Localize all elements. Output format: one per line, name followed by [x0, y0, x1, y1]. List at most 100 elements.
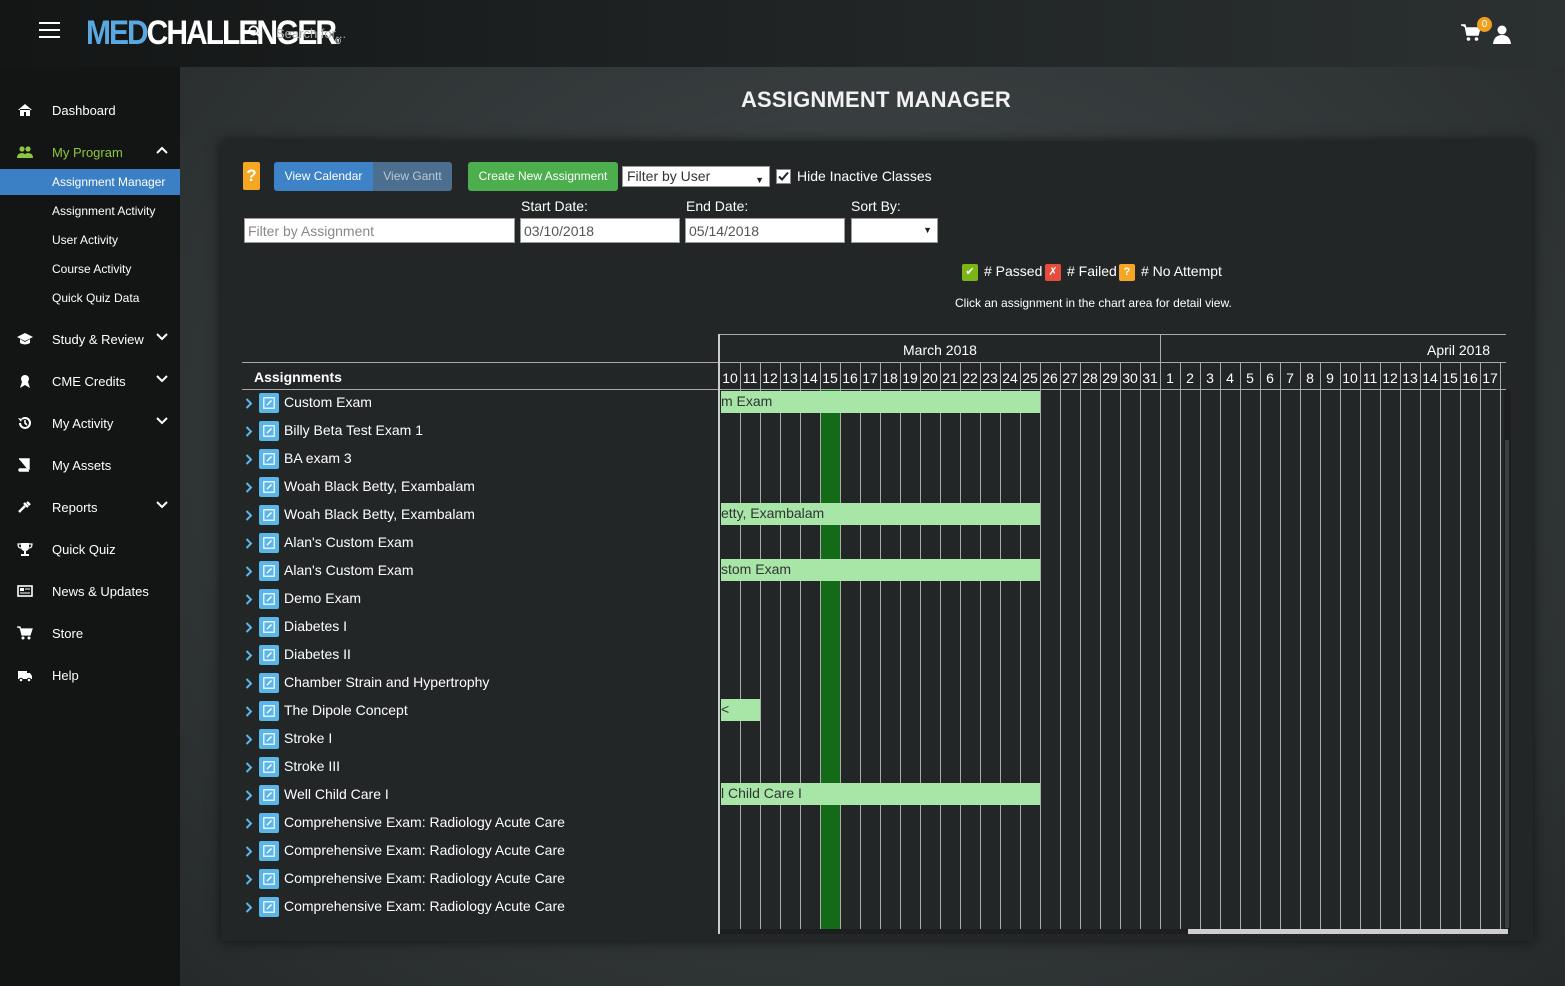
filter-by-assignment-input[interactable]	[244, 218, 515, 243]
view-calendar-button[interactable]: View Calendar	[274, 162, 373, 191]
chevron-right-icon[interactable]	[245, 538, 253, 549]
sidebar-item-reports[interactable]: Reports	[0, 494, 180, 522]
hamburger-menu-icon[interactable]	[39, 22, 60, 38]
assignment-row[interactable]: BA exam 3	[242, 446, 712, 474]
edit-icon[interactable]	[259, 645, 279, 665]
sidebar-item-cme-credits[interactable]: CME Credits	[0, 368, 180, 396]
edit-icon[interactable]	[259, 813, 279, 833]
assignment-row[interactable]: Comprehensive Exam: Radiology Acute Care	[242, 866, 712, 894]
chevron-right-icon[interactable]	[245, 426, 253, 437]
assignment-row[interactable]: Alan's Custom Exam	[242, 530, 712, 558]
sidebar-subitem-label: User Activity	[52, 233, 119, 247]
assignment-row[interactable]: The Dipole Concept	[242, 698, 712, 726]
day-gridline	[1080, 363, 1081, 934]
view-gantt-button[interactable]: View Gantt	[373, 162, 452, 191]
sidebar-item-store[interactable]: Store	[0, 620, 180, 648]
sidebar-subitem-assignment-manager[interactable]: Assignment Manager	[0, 169, 180, 195]
edit-icon[interactable]	[259, 449, 279, 469]
assignment-bar[interactable]: stom Exam	[721, 559, 1040, 581]
assignment-row[interactable]: Custom Exam	[242, 390, 712, 418]
assignment-row[interactable]: Comprehensive Exam: Radiology Acute Care	[242, 810, 712, 838]
chevron-right-icon[interactable]	[245, 650, 253, 661]
assignment-row[interactable]: Billy Beta Test Exam 1	[242, 418, 712, 446]
chevron-right-icon[interactable]	[245, 790, 253, 801]
edit-icon[interactable]	[259, 701, 279, 721]
assignment-row[interactable]: Comprehensive Exam: Radiology Acute Care	[242, 894, 712, 922]
edit-icon[interactable]	[259, 897, 279, 917]
user-icon[interactable]	[1493, 25, 1511, 44]
assignment-row[interactable]: Well Child Care I	[242, 782, 712, 810]
assignment-row[interactable]: Demo Exam	[242, 586, 712, 614]
chevron-right-icon[interactable]	[245, 902, 253, 913]
sidebar-item-my-assets[interactable]: My Assets	[0, 452, 180, 480]
chevron-right-icon[interactable]	[245, 706, 253, 717]
assignment-row[interactable]: Chamber Strain and Hypertrophy	[242, 670, 712, 698]
assignment-bar[interactable]: l Child Care I	[721, 783, 1040, 805]
chevron-right-icon[interactable]	[245, 622, 253, 633]
chevron-right-icon[interactable]	[245, 482, 253, 493]
edit-icon[interactable]	[259, 617, 279, 637]
edit-icon[interactable]	[259, 785, 279, 805]
chevron-right-icon[interactable]	[245, 678, 253, 689]
sidebar-item-dashboard[interactable]: Dashboard	[0, 97, 180, 125]
filter-by-user-select[interactable]: Filter by User ▼	[622, 166, 770, 187]
assignment-bar[interactable]: m Exam	[721, 391, 1040, 413]
assignment-row[interactable]: Alan's Custom Exam	[242, 558, 712, 586]
edit-icon[interactable]	[259, 421, 279, 441]
horizontal-scrollbar-thumb[interactable]	[1188, 929, 1508, 934]
sidebar-item-quick-quiz[interactable]: Quick Quiz	[0, 536, 180, 564]
search-input[interactable]	[270, 20, 570, 46]
edit-icon[interactable]	[259, 729, 279, 749]
hide-inactive-checkbox[interactable]	[776, 169, 791, 184]
day-gridline	[760, 363, 761, 934]
assignment-bar[interactable]: etty, Exambalam	[721, 503, 1040, 525]
edit-icon[interactable]	[259, 673, 279, 693]
day-gridline	[980, 363, 981, 934]
sidebar-item-news-updates[interactable]: News & Updates	[0, 578, 180, 606]
chevron-right-icon[interactable]	[245, 594, 253, 605]
chevron-right-icon[interactable]	[245, 818, 253, 829]
edit-icon[interactable]	[259, 477, 279, 497]
start-date-input[interactable]	[520, 218, 680, 243]
chevron-right-icon[interactable]	[245, 762, 253, 773]
assignment-row[interactable]: Diabetes I	[242, 614, 712, 642]
chevron-right-icon[interactable]	[245, 454, 253, 465]
sidebar-subitem-quick-quiz-data[interactable]: Quick Quiz Data	[0, 285, 180, 311]
assignment-row[interactable]: Stroke III	[242, 754, 712, 782]
day-label: 17	[862, 370, 878, 386]
sidebar-item-study-review[interactable]: Study & Review	[0, 326, 180, 354]
end-date-input[interactable]	[685, 218, 845, 243]
sidebar-subitem-assignment-activity[interactable]: Assignment Activity	[0, 198, 180, 224]
assignment-bar[interactable]: <	[721, 699, 760, 721]
assignments-column-header: Assignments	[254, 369, 342, 385]
chevron-right-icon[interactable]	[245, 398, 253, 409]
assignment-row[interactable]: Diabetes II	[242, 642, 712, 670]
chevron-right-icon[interactable]	[245, 874, 253, 885]
sidebar-subitem-course-activity[interactable]: Course Activity	[0, 256, 180, 282]
vertical-scrollbar-thumb[interactable]	[1505, 440, 1509, 928]
assignment-row[interactable]: Comprehensive Exam: Radiology Acute Care	[242, 838, 712, 866]
sort-by-select[interactable]: ▼	[851, 218, 938, 243]
edit-icon[interactable]	[259, 393, 279, 413]
gantt-chart[interactable]: 10 11 12 13 14 15 16 17 18 19 20 21 22 23 24 25 26 27 28 29…	[718, 334, 1511, 934]
chevron-right-icon[interactable]	[245, 846, 253, 857]
chevron-right-icon[interactable]	[245, 566, 253, 577]
chevron-right-icon[interactable]	[245, 734, 253, 745]
assignment-row[interactable]: Woah Black Betty, Exambalam	[242, 474, 712, 502]
create-new-assignment-button[interactable]: Create New Assignment	[468, 162, 618, 191]
edit-icon[interactable]	[259, 841, 279, 861]
sidebar-subitem-user-activity[interactable]: User Activity	[0, 227, 180, 253]
edit-icon[interactable]	[259, 869, 279, 889]
assignment-row[interactable]: Woah Black Betty, Exambalam	[242, 502, 712, 530]
chevron-right-icon[interactable]	[245, 510, 253, 521]
edit-icon[interactable]	[259, 505, 279, 525]
sidebar-item-my-program[interactable]: My Program	[0, 139, 180, 167]
edit-icon[interactable]	[259, 533, 279, 553]
edit-icon[interactable]	[259, 757, 279, 777]
edit-icon[interactable]	[259, 561, 279, 581]
help-button[interactable]: ?	[243, 162, 260, 190]
edit-icon[interactable]	[259, 589, 279, 609]
sidebar-item-my-activity[interactable]: My Activity	[0, 410, 180, 438]
assignment-row[interactable]: Stroke I	[242, 726, 712, 754]
sidebar-item-help[interactable]: Help	[0, 662, 180, 690]
